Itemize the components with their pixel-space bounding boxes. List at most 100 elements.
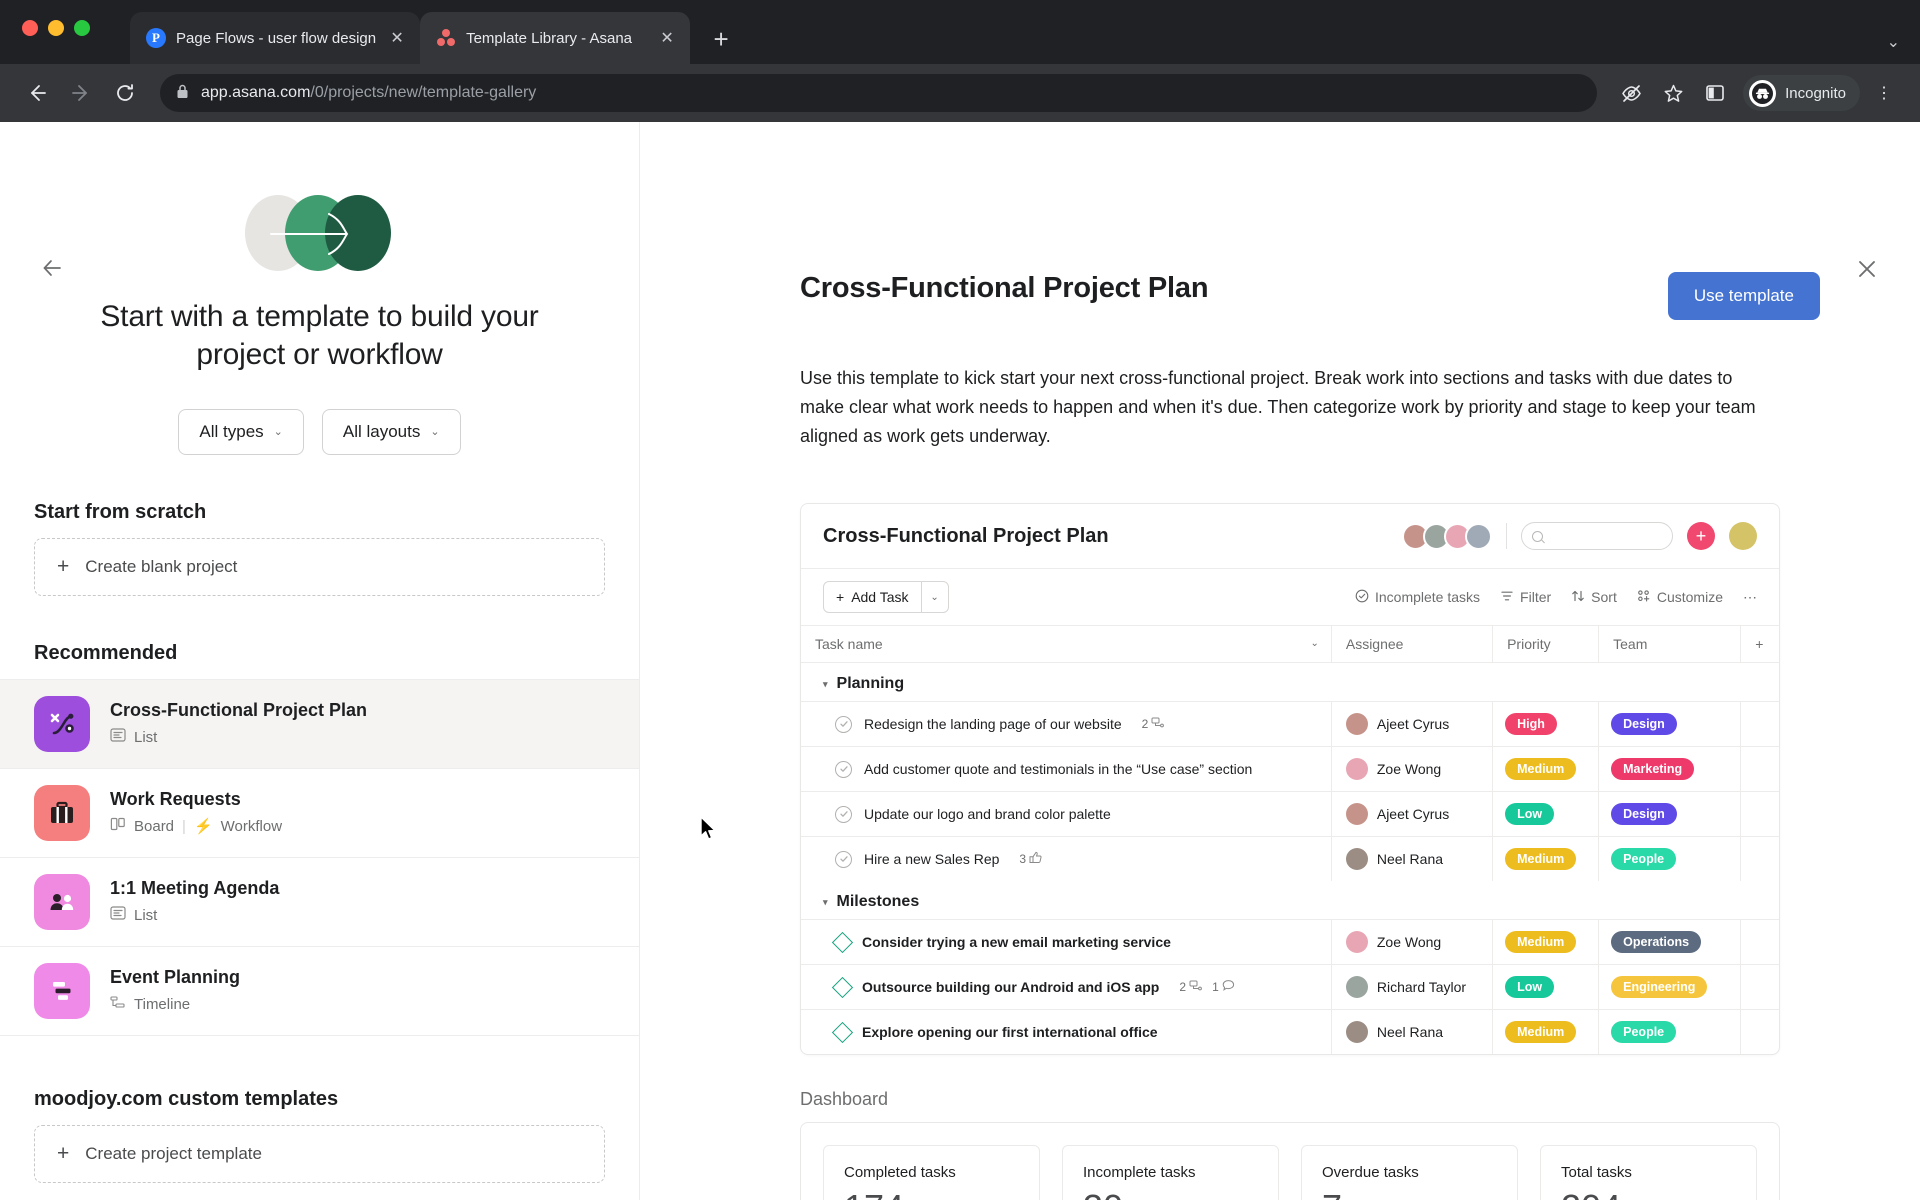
priority-cell[interactable]: Medium — [1492, 1009, 1599, 1055]
column-header-team[interactable]: Team — [1598, 625, 1741, 664]
add-member-button[interactable]: + — [1687, 522, 1715, 551]
task-name-cell[interactable]: Explore opening our first international … — [801, 1009, 1332, 1055]
task-section-milestones[interactable]: ▾ Milestones — [801, 881, 1779, 920]
team-cell[interactable]: People — [1598, 836, 1741, 882]
check-circle-icon[interactable] — [835, 760, 852, 778]
close-window-button[interactable] — [22, 20, 38, 36]
browser-tab-page-flows[interactable]: P Page Flows - user flow design ✕ — [130, 12, 421, 64]
more-options-icon[interactable]: ⋯ — [1743, 589, 1757, 606]
team-cell[interactable]: Marketing — [1598, 746, 1741, 792]
table-row[interactable]: Hire a new Sales Rep 3 Neel Rana Medium … — [801, 836, 1779, 882]
priority-cell[interactable]: Medium — [1492, 836, 1599, 882]
add-column-button[interactable]: + — [1740, 625, 1779, 664]
side-panel-icon[interactable] — [1697, 75, 1733, 111]
maximize-window-button[interactable] — [74, 20, 90, 36]
assignee-name: Neel Rana — [1376, 1024, 1444, 1041]
template-text: 1:1 Meeting Agenda List — [110, 878, 279, 925]
column-header-priority[interactable]: Priority — [1492, 625, 1599, 664]
priority-cell[interactable]: Medium — [1492, 919, 1599, 965]
check-circle-icon[interactable] — [835, 715, 852, 733]
browser-tab-template-library[interactable]: Template Library - Asana ✕ — [420, 12, 691, 64]
task-name-cell[interactable]: Hire a new Sales Rep 3 — [801, 836, 1332, 882]
search-input[interactable] — [1521, 522, 1673, 551]
profile-chip[interactable]: Incognito — [1743, 75, 1860, 111]
chevron-down-icon[interactable]: ⌄ — [1887, 32, 1900, 52]
avatar[interactable] — [1465, 522, 1492, 550]
assignee-cell[interactable]: Neel Rana — [1330, 836, 1493, 882]
column-header-task-name[interactable]: Task name ⌄ — [801, 625, 1332, 664]
assignee-cell[interactable]: Ajeet Cyrus — [1330, 701, 1493, 747]
team-cell[interactable]: Engineering — [1598, 964, 1741, 1010]
table-row[interactable]: Update our logo and brand color palette … — [801, 791, 1779, 837]
priority-cell[interactable]: Medium — [1492, 746, 1599, 792]
triangle-down-icon[interactable]: ▾ — [823, 897, 828, 908]
close-icon[interactable]: ✕ — [656, 27, 678, 49]
task-name-cell[interactable]: Outsource building our Android and iOS a… — [801, 964, 1332, 1010]
team-cell[interactable]: People — [1598, 1009, 1741, 1055]
close-icon[interactable]: ✕ — [386, 27, 408, 49]
detail-description: Use this template to kick start your nex… — [800, 368, 1756, 447]
eye-slash-icon[interactable] — [1613, 75, 1649, 111]
chevron-down-icon[interactable]: ⌄ — [1310, 638, 1318, 649]
subtask-count-value: 2 — [1141, 717, 1149, 732]
team-cell[interactable]: Operations — [1598, 919, 1741, 965]
task-name-cell[interactable]: Redesign the landing page of our website… — [801, 701, 1332, 747]
assignee-cell[interactable]: Neel Rana — [1330, 1009, 1493, 1055]
star-icon[interactable] — [1655, 75, 1691, 111]
use-template-button[interactable]: Use template — [1667, 272, 1820, 320]
column-label: Task name — [815, 636, 883, 653]
task-section-planning[interactable]: ▾ Planning — [801, 663, 1779, 702]
template-item-work-requests[interactable]: Work Requests Board | ⚡ Workflow — [0, 768, 639, 858]
tool-sort[interactable]: Sort — [1571, 589, 1617, 606]
back-icon[interactable] — [18, 74, 56, 112]
template-item-1-1-meeting-agenda[interactable]: 1:1 Meeting Agenda List — [0, 857, 639, 947]
forward-icon[interactable] — [62, 74, 100, 112]
task-name-cell[interactable]: Consider trying a new email marketing se… — [801, 919, 1332, 965]
assignee-cell[interactable]: Zoe Wong — [1330, 919, 1493, 965]
add-task-button[interactable]: + Add Task ⌄ — [823, 581, 949, 614]
briefcase-icon — [34, 784, 90, 841]
create-project-template-button[interactable]: + Create project template — [34, 1124, 605, 1183]
tool-customize[interactable]: Customize — [1637, 589, 1723, 606]
priority-cell[interactable]: Low — [1492, 964, 1599, 1010]
triangle-down-icon[interactable]: ▾ — [823, 679, 828, 690]
table-row[interactable]: Outsource building our Android and iOS a… — [801, 964, 1779, 1010]
tool-incomplete-tasks[interactable]: Incomplete tasks — [1355, 589, 1480, 606]
priority-cell[interactable]: High — [1492, 701, 1599, 747]
reload-icon[interactable] — [106, 74, 144, 112]
template-item-event-planning[interactable]: Event Planning Timeline — [0, 946, 639, 1036]
table-row[interactable]: Consider trying a new email marketing se… — [801, 919, 1779, 965]
task-name-cell[interactable]: Update our logo and brand color palette — [801, 791, 1332, 837]
filter-all-types[interactable]: All types ⌄ — [178, 408, 304, 455]
priority-cell[interactable]: Low — [1492, 791, 1599, 837]
address-bar[interactable]: app.asana.com/0/projects/new/template-ga… — [160, 74, 1598, 112]
status-badge: High — [1505, 713, 1557, 736]
browser-menu-icon[interactable]: ⋮ — [1866, 75, 1902, 111]
task-name-cell[interactable]: Add customer quote and testimonials in t… — [801, 746, 1332, 792]
create-blank-project-button[interactable]: + Create blank project — [34, 537, 605, 596]
assignee-cell[interactable]: Richard Taylor — [1330, 964, 1493, 1010]
check-circle-icon[interactable] — [835, 805, 852, 823]
table-row[interactable]: Add customer quote and testimonials in t… — [801, 746, 1779, 792]
team-cell[interactable]: Design — [1598, 791, 1741, 837]
milestone-diamond-icon[interactable] — [831, 931, 854, 954]
table-row[interactable]: Explore opening our first international … — [801, 1009, 1779, 1055]
tool-filter[interactable]: Filter — [1500, 589, 1551, 606]
template-item-cross-functional-project-plan[interactable]: Cross-Functional Project Plan List — [0, 679, 639, 769]
gallery-back-button[interactable] — [36, 252, 68, 284]
assignee-cell[interactable]: Zoe Wong — [1330, 746, 1493, 792]
milestone-diamond-icon[interactable] — [831, 1021, 854, 1044]
chevron-down-icon[interactable]: ⌄ — [922, 592, 948, 603]
current-user-avatar[interactable] — [1729, 522, 1757, 551]
table-row[interactable]: Redesign the landing page of our website… — [801, 701, 1779, 747]
minimize-window-button[interactable] — [48, 20, 64, 36]
filter-all-layouts[interactable]: All layouts ⌄ — [321, 408, 461, 455]
assignee-cell[interactable]: Ajeet Cyrus — [1330, 791, 1493, 837]
milestone-diamond-icon[interactable] — [831, 976, 854, 999]
new-tab-button[interactable]: + — [704, 22, 738, 56]
team-cell[interactable]: Design — [1598, 701, 1741, 747]
check-circle-icon[interactable] — [835, 850, 852, 868]
member-avatars — [1402, 522, 1492, 550]
column-header-assignee[interactable]: Assignee — [1330, 625, 1493, 664]
close-icon[interactable] — [1852, 254, 1882, 284]
